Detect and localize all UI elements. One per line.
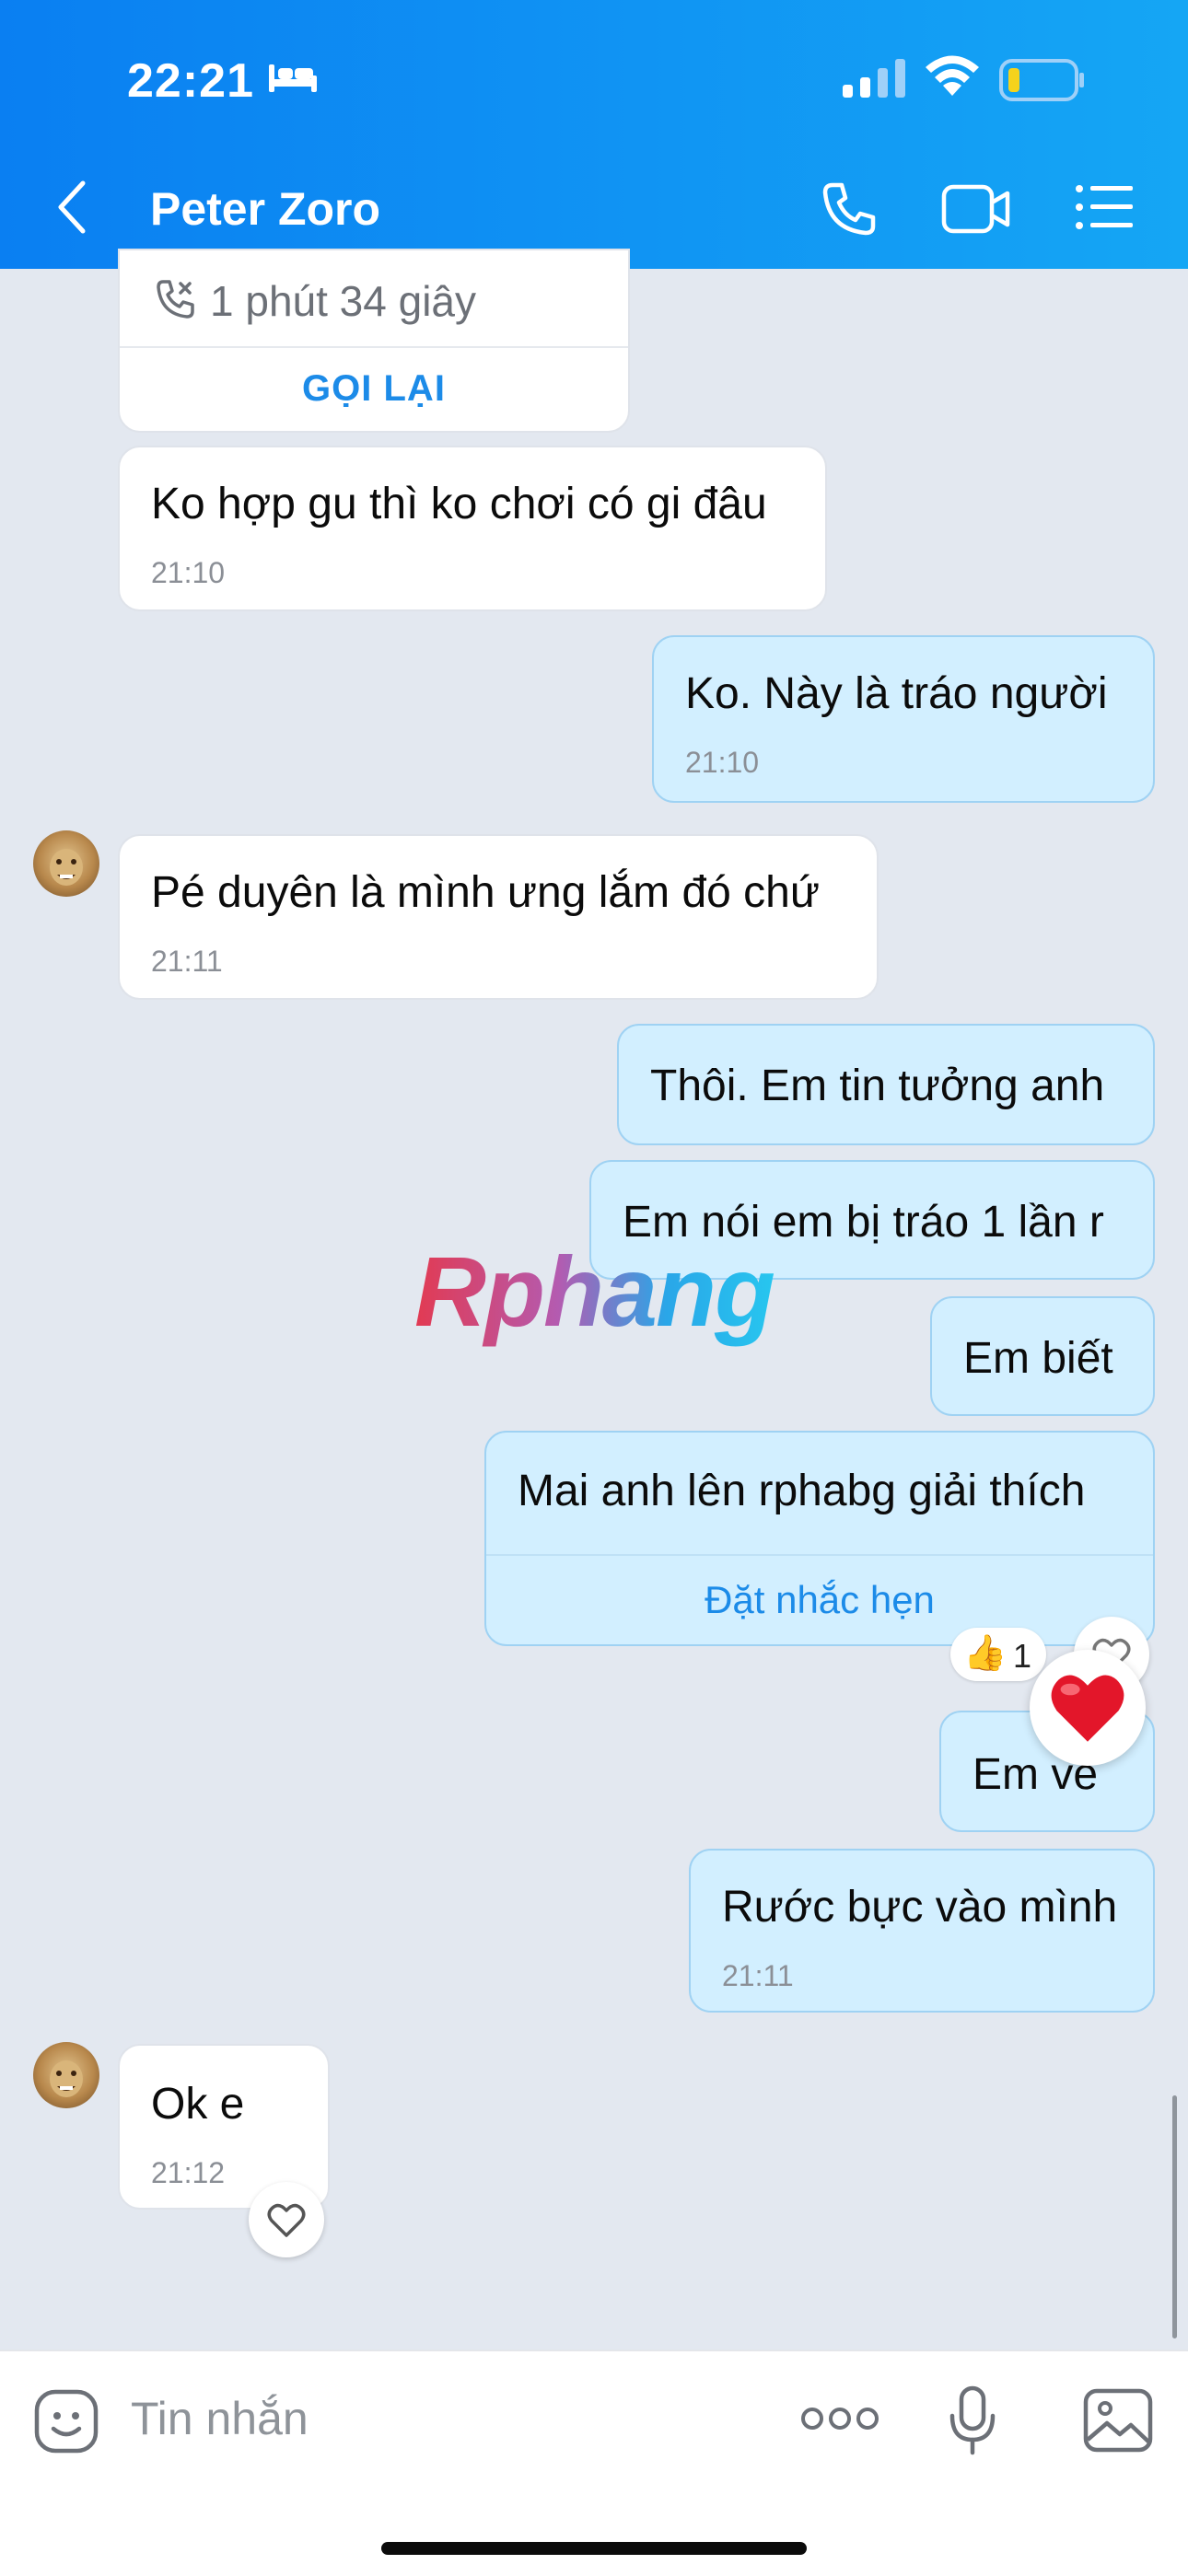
message-bubble-outgoing[interactable]: Em biết bbox=[930, 1296, 1155, 1416]
thumbs-up-icon: 👍 bbox=[963, 1634, 1007, 1673]
video-call-icon[interactable] bbox=[941, 184, 1011, 234]
wifi-icon bbox=[926, 55, 979, 96]
back-icon[interactable] bbox=[55, 180, 87, 235]
call-duration: 1 phút 34 giây bbox=[210, 277, 477, 325]
call-back-button[interactable]: GỌI LẠI bbox=[120, 368, 628, 410]
watermark: Rphang bbox=[414, 1236, 775, 1347]
message-time: 21:11 bbox=[151, 945, 223, 978]
message-time: 21:10 bbox=[685, 746, 760, 779]
divider bbox=[486, 1554, 1153, 1556]
message-bubble-outgoing[interactable]: Thôi. Em tin tưởng anh bbox=[617, 1024, 1155, 1145]
microphone-icon[interactable] bbox=[949, 2385, 996, 2458]
missed-call-icon bbox=[157, 280, 194, 319]
message-input[interactable]: Tin nhắn bbox=[131, 2392, 309, 2445]
heart-outline-icon bbox=[267, 2203, 306, 2237]
message-text: Pé duyên là mình ưng lắm đó chứ bbox=[151, 868, 820, 917]
contact-avatar[interactable] bbox=[33, 830, 99, 897]
lion-avatar-icon bbox=[50, 849, 83, 886]
reaction-summary[interactable]: 👍 1 bbox=[950, 1628, 1046, 1681]
message-text: Thôi. Em tin tưởng anh bbox=[650, 1062, 1105, 1110]
message-time: 21:12 bbox=[151, 2156, 226, 2189]
chat-title[interactable]: Peter Zoro bbox=[150, 182, 380, 236]
message-text: Em biết bbox=[963, 1334, 1113, 1383]
message-bubble-incoming[interactable]: Ko hợp gu thì ko chơi có gi đâu 21:10 bbox=[118, 446, 827, 611]
home-indicator bbox=[381, 2542, 807, 2555]
lion-avatar-icon bbox=[50, 2060, 83, 2097]
contact-avatar[interactable] bbox=[33, 2042, 99, 2108]
message-composer: Tin nhắn bbox=[0, 2350, 1188, 2576]
message-text: Mai anh lên rphabg giải thích bbox=[518, 1467, 1086, 1515]
menu-icon[interactable] bbox=[1076, 184, 1133, 230]
message-text: Rước bực vào mình bbox=[722, 1883, 1118, 1932]
more-icon[interactable] bbox=[801, 2405, 879, 2432]
message-text: Ko. Này là tráo người bbox=[685, 669, 1108, 718]
set-reminder-button[interactable]: Đặt nhắc hẹn bbox=[486, 1578, 1153, 1622]
call-log-card: 1 phút 34 giây GỌI LẠI bbox=[118, 249, 630, 433]
scrollbar[interactable] bbox=[1172, 2095, 1177, 2338]
sleep-mode-icon bbox=[269, 64, 317, 92]
sticker-icon[interactable] bbox=[33, 2388, 99, 2454]
react-heart-button[interactable] bbox=[249, 2182, 324, 2257]
message-bubble-incoming[interactable]: Pé duyên là mình ưng lắm đó chứ 21:11 bbox=[118, 834, 879, 1000]
app-header: 22:21 Peter Zoro bbox=[0, 0, 1188, 269]
message-time: 21:10 bbox=[151, 556, 226, 589]
divider bbox=[120, 346, 628, 348]
heart-filled-icon bbox=[1051, 1675, 1124, 1742]
status-time: 22:21 bbox=[127, 54, 254, 108]
image-icon[interactable] bbox=[1083, 2388, 1153, 2453]
reaction-count: 1 bbox=[1013, 1637, 1032, 1675]
battery-icon bbox=[999, 59, 1084, 101]
message-bubble-outgoing[interactable]: Rước bực vào mình 21:11 bbox=[689, 1849, 1155, 2013]
phone-call-icon[interactable] bbox=[820, 180, 879, 238]
message-time: 21:11 bbox=[722, 1959, 794, 1992]
message-text: Ok e bbox=[151, 2080, 245, 2129]
message-bubble-outgoing[interactable]: Ko. Này là tráo người 21:10 bbox=[652, 635, 1155, 803]
heart-reaction[interactable] bbox=[1030, 1650, 1146, 1766]
message-bubble-outgoing[interactable]: Mai anh lên rphabg giải thích Đặt nhắc h… bbox=[484, 1431, 1155, 1646]
message-text: Ko hợp gu thì ko chơi có gi đâu bbox=[151, 480, 767, 528]
signal-icon bbox=[843, 59, 905, 98]
